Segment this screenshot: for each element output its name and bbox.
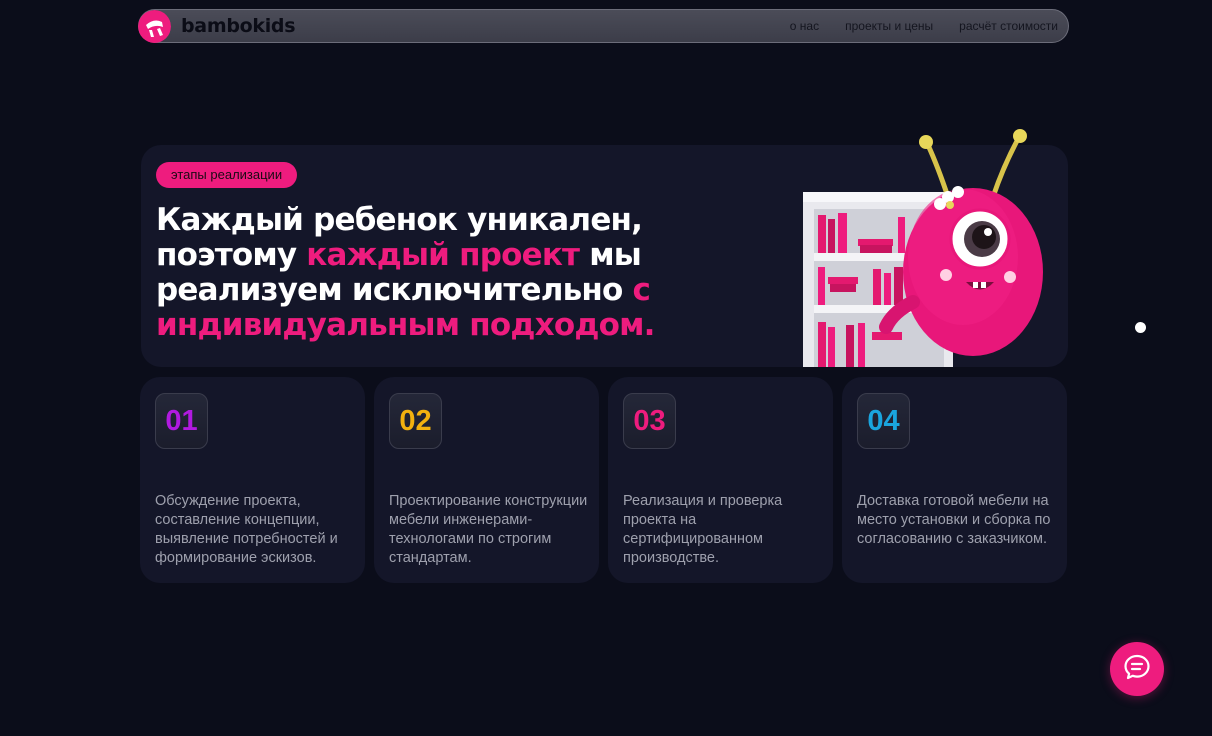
step-description: Реализация и проверка проекта на сертифи… xyxy=(623,493,783,566)
logo[interactable]: bambokids xyxy=(138,9,296,43)
headline-accent-1: каждый проект xyxy=(306,237,580,273)
bambokids-logo-icon xyxy=(138,9,171,43)
step-card: 01 Обсуждение проекта, составление конце… xyxy=(140,377,365,583)
step-number: 03 xyxy=(623,393,676,449)
step-description: Проектирование конструкции мебели инжене… xyxy=(389,493,588,566)
nav-about[interactable]: о нас xyxy=(790,19,819,33)
step-number: 01 xyxy=(155,393,208,449)
chat-bubble-icon xyxy=(1122,652,1152,687)
section-tag: этапы реализации xyxy=(156,162,298,188)
slider-dot[interactable] xyxy=(1135,322,1146,333)
steps-list: 01 Обсуждение проекта, составление конце… xyxy=(140,377,1067,583)
step-description: Доставка готовой мебели на место установ… xyxy=(857,493,1051,547)
brand-name: bambokids xyxy=(181,15,296,37)
hero-section: этапы реализации Каждый ребенок уникален… xyxy=(141,129,1068,367)
main-nav: о нас проекты и цены расчёт стоимости xyxy=(790,19,1058,33)
chat-button[interactable] xyxy=(1110,642,1164,696)
pink-monster-bookshelf-illustration xyxy=(798,127,1068,367)
nav-cost-calculation[interactable]: расчёт стоимости xyxy=(959,19,1058,33)
step-number: 02 xyxy=(389,393,442,449)
step-card: 03 Реализация и проверка проекта на серт… xyxy=(608,377,833,583)
nav-projects-prices[interactable]: проекты и цены xyxy=(845,19,933,33)
step-card: 02 Проектирование конструкции мебели инж… xyxy=(374,377,599,583)
step-number: 04 xyxy=(857,393,910,449)
site-header: bambokids о нас проекты и цены расчёт ст… xyxy=(138,9,1069,43)
hero-headline: Каждый ребенок уникален, поэтому каждый … xyxy=(156,203,676,343)
step-description: Обсуждение проекта, составление концепци… xyxy=(155,493,338,566)
step-card: 04 Доставка готовой мебели на место уста… xyxy=(842,377,1067,583)
